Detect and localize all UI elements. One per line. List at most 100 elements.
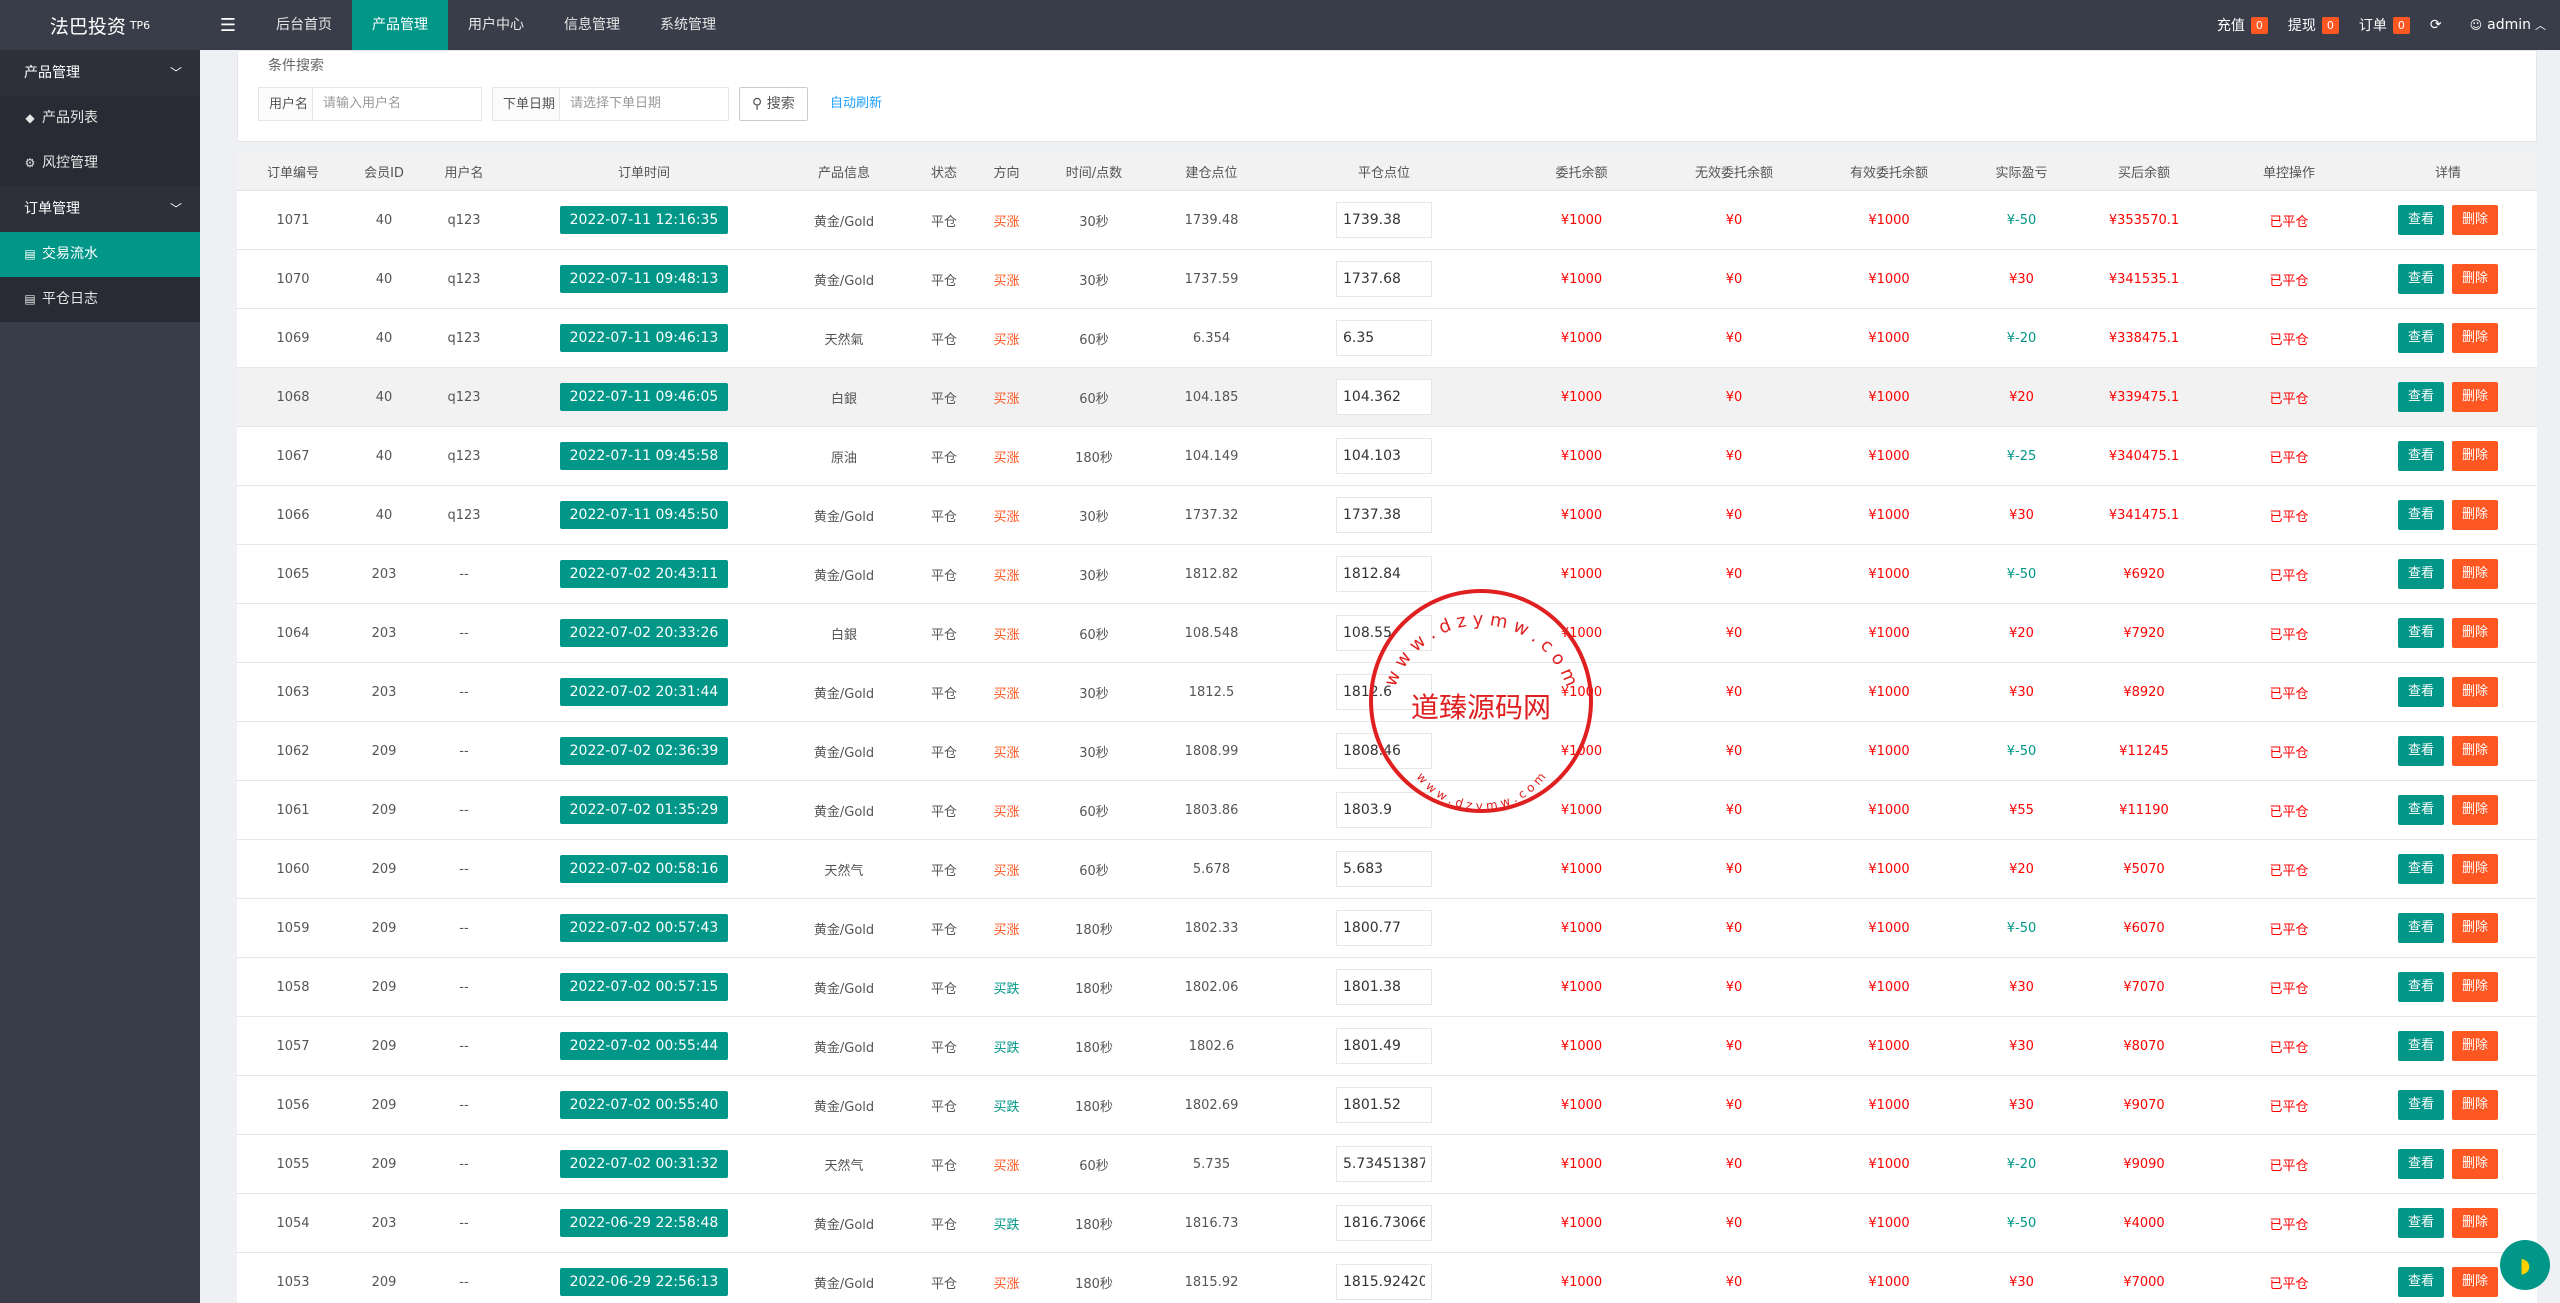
- close-price-input[interactable]: [1336, 1028, 1432, 1064]
- view-button[interactable]: 查看: [2397, 323, 2444, 353]
- view-button[interactable]: 查看: [2397, 618, 2444, 648]
- view-button[interactable]: 查看: [2397, 795, 2444, 825]
- view-button[interactable]: 查看: [2397, 1208, 2444, 1238]
- delete-button[interactable]: 删除: [2452, 264, 2499, 294]
- view-button[interactable]: 查看: [2397, 382, 2444, 412]
- delete-button[interactable]: 删除: [2452, 1267, 2499, 1297]
- delete-button[interactable]: 删除: [2452, 205, 2499, 235]
- control-cell: 已平仓: [2219, 603, 2359, 663]
- delete-button[interactable]: 删除: [2452, 618, 2499, 648]
- view-button[interactable]: 查看: [2397, 1031, 2444, 1061]
- close-price-input[interactable]: [1336, 851, 1432, 887]
- close-price-input[interactable]: [1336, 1087, 1432, 1123]
- balance-cell: ¥338475.1: [2069, 308, 2219, 368]
- delete-button[interactable]: 删除: [2452, 500, 2499, 530]
- view-button[interactable]: 查看: [2397, 1267, 2444, 1297]
- close-price-input[interactable]: [1336, 733, 1432, 769]
- amount-cell: ¥1000: [1499, 190, 1664, 250]
- order-time-tag: 2022-07-02 00:55:44: [559, 1032, 729, 1060]
- close-price-input[interactable]: [1336, 202, 1432, 238]
- member-id-cell: 209: [349, 1134, 419, 1194]
- period-cell: 30秒: [1034, 662, 1154, 722]
- username-label: 用户名: [258, 87, 320, 121]
- view-button[interactable]: 查看: [2397, 854, 2444, 884]
- close-price-input[interactable]: [1336, 320, 1432, 356]
- close-price-input[interactable]: [1336, 615, 1432, 651]
- nav-user-center[interactable]: 用户中心: [448, 0, 544, 50]
- close-price-input[interactable]: [1336, 556, 1432, 592]
- delete-button[interactable]: 删除: [2452, 559, 2499, 589]
- close-price-input[interactable]: [1336, 910, 1432, 946]
- order-id-cell: 1068: [237, 367, 349, 427]
- close-price-input[interactable]: [1336, 261, 1432, 297]
- view-button[interactable]: 查看: [2397, 1090, 2444, 1120]
- close-price-input[interactable]: [1336, 438, 1432, 474]
- nav-home[interactable]: 后台首页: [256, 0, 352, 50]
- username-input[interactable]: 请输入用户名: [312, 87, 482, 121]
- nav-product-management[interactable]: 产品管理: [352, 0, 448, 50]
- close-price-input[interactable]: [1336, 1264, 1432, 1300]
- view-button[interactable]: 查看: [2397, 559, 2444, 589]
- delete-button[interactable]: 删除: [2452, 1090, 2499, 1120]
- app-logo[interactable]: 法巴投资 TP6: [0, 0, 200, 50]
- menu-toggle-icon[interactable]: ☰: [200, 0, 256, 50]
- close-price-input[interactable]: [1336, 969, 1432, 1005]
- invalid-amount-cell: ¥0: [1664, 1134, 1804, 1194]
- recharge-link[interactable]: 充值 0: [2217, 15, 2268, 35]
- chat-float-button[interactable]: ◗: [2500, 1240, 2550, 1290]
- close-price-input[interactable]: [1336, 497, 1432, 533]
- search-button[interactable]: ⚲ 搜索: [739, 87, 808, 121]
- nav-info-management[interactable]: 信息管理: [544, 0, 640, 50]
- status-cell: 平仓: [909, 662, 979, 722]
- close-price-input[interactable]: [1336, 674, 1432, 710]
- sidebar-group-order[interactable]: 订单管理 ﹀: [0, 186, 200, 232]
- sidebar-item-risk-control[interactable]: ⚙ 风控管理: [0, 141, 200, 186]
- delete-button[interactable]: 删除: [2452, 441, 2499, 471]
- order-id-cell: 1067: [237, 426, 349, 486]
- close-price-input[interactable]: [1336, 1205, 1432, 1241]
- sidebar-item-transactions[interactable]: ▤ 交易流水: [0, 232, 200, 277]
- nav-system-management[interactable]: 系统管理: [640, 0, 736, 50]
- view-button[interactable]: 查看: [2397, 441, 2444, 471]
- delete-button[interactable]: 删除: [2452, 382, 2499, 412]
- close-price-input[interactable]: [1336, 792, 1432, 828]
- product-cell: 黄金/Gold: [779, 249, 909, 309]
- sidebar-item-product-list[interactable]: ◆ 产品列表: [0, 96, 200, 141]
- delete-button[interactable]: 删除: [2452, 1149, 2499, 1179]
- refresh-icon[interactable]: ⟳: [2430, 17, 2442, 33]
- delete-button[interactable]: 删除: [2452, 323, 2499, 353]
- order-id-cell: 1071: [237, 190, 349, 250]
- auto-refresh-link[interactable]: 自动刷新: [830, 87, 882, 121]
- view-button[interactable]: 查看: [2397, 677, 2444, 707]
- view-button[interactable]: 查看: [2397, 264, 2444, 294]
- order-link[interactable]: 订单 0: [2359, 15, 2410, 35]
- sidebar-item-close-log[interactable]: ▤ 平仓日志: [0, 277, 200, 322]
- close-price-input[interactable]: [1336, 1146, 1432, 1182]
- invalid-amount-cell: ¥0: [1664, 1252, 1804, 1303]
- delete-button[interactable]: 删除: [2452, 677, 2499, 707]
- view-button[interactable]: 查看: [2397, 913, 2444, 943]
- product-cell: 黄金/Gold: [779, 721, 909, 781]
- view-button[interactable]: 查看: [2397, 972, 2444, 1002]
- delete-button[interactable]: 删除: [2452, 913, 2499, 943]
- sidebar-group-product[interactable]: 产品管理 ﹀: [0, 50, 200, 96]
- delete-button[interactable]: 删除: [2452, 1208, 2499, 1238]
- view-button[interactable]: 查看: [2397, 205, 2444, 235]
- view-button[interactable]: 查看: [2397, 736, 2444, 766]
- delete-button[interactable]: 删除: [2452, 972, 2499, 1002]
- withdraw-link[interactable]: 提现 0: [2288, 15, 2339, 35]
- amount-cell: ¥1000: [1499, 898, 1664, 958]
- order-date-input[interactable]: 请选择下单日期: [559, 87, 729, 121]
- direction-cell: 买涨: [979, 603, 1034, 663]
- view-button[interactable]: 查看: [2397, 500, 2444, 530]
- user-menu[interactable]: ☺ admin ︿: [2470, 17, 2546, 33]
- pnl-cell: ¥-50: [1974, 1193, 2069, 1253]
- view-button[interactable]: 查看: [2397, 1149, 2444, 1179]
- delete-button[interactable]: 删除: [2452, 795, 2499, 825]
- search-icon: ⚲: [752, 96, 763, 112]
- delete-button[interactable]: 删除: [2452, 736, 2499, 766]
- delete-button[interactable]: 删除: [2452, 854, 2499, 884]
- order-time-cell: 2022-07-02 20:31:44: [509, 662, 779, 722]
- delete-button[interactable]: 删除: [2452, 1031, 2499, 1061]
- close-price-input[interactable]: [1336, 379, 1432, 415]
